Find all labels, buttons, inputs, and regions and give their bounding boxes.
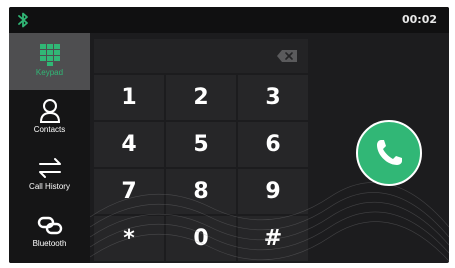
phone-screen: 00:02 Keypad Contacts Call History Bluet…: [9, 7, 449, 263]
sidebar-item-label: Bluetooth: [32, 239, 67, 248]
key-8[interactable]: 8: [166, 169, 236, 214]
sidebar-item-contacts[interactable]: Contacts: [9, 90, 90, 147]
key-5[interactable]: 5: [166, 122, 236, 167]
key-4[interactable]: 4: [94, 122, 164, 167]
contacts-icon: [39, 99, 60, 123]
key-1[interactable]: 1: [94, 75, 164, 120]
call-history-icon: [38, 158, 61, 178]
sidebar: Keypad Contacts Call History Bluetooth: [9, 33, 90, 263]
key-9[interactable]: 9: [238, 169, 308, 214]
key-3[interactable]: 3: [238, 75, 308, 120]
keypad-icon: [39, 44, 60, 66]
key-7[interactable]: 7: [94, 169, 164, 214]
bluetooth-link-icon: [37, 216, 62, 235]
status-bar: 00:02: [9, 7, 449, 33]
dial-input-display[interactable]: [94, 39, 308, 73]
key-star[interactable]: *: [94, 216, 164, 261]
dialpad: 1 2 3 4 5 6 7 8 9 * 0 #: [94, 39, 308, 263]
clock: 00:02: [401, 13, 437, 26]
key-hash[interactable]: #: [238, 216, 308, 261]
sidebar-item-label: Call History: [29, 182, 70, 191]
call-button[interactable]: [356, 120, 422, 186]
key-6[interactable]: 6: [238, 122, 308, 167]
key-0[interactable]: 0: [166, 216, 236, 261]
sidebar-item-label: Keypad: [35, 68, 64, 77]
key-2[interactable]: 2: [166, 75, 236, 120]
backspace-icon[interactable]: [276, 49, 298, 63]
sidebar-item-keypad[interactable]: Keypad: [9, 33, 90, 90]
sidebar-item-call-history[interactable]: Call History: [9, 147, 90, 204]
sidebar-item-bluetooth[interactable]: Bluetooth: [9, 204, 90, 261]
phone-icon: [377, 140, 402, 165]
bluetooth-icon: [18, 12, 28, 28]
sidebar-item-label: Contacts: [33, 125, 66, 134]
